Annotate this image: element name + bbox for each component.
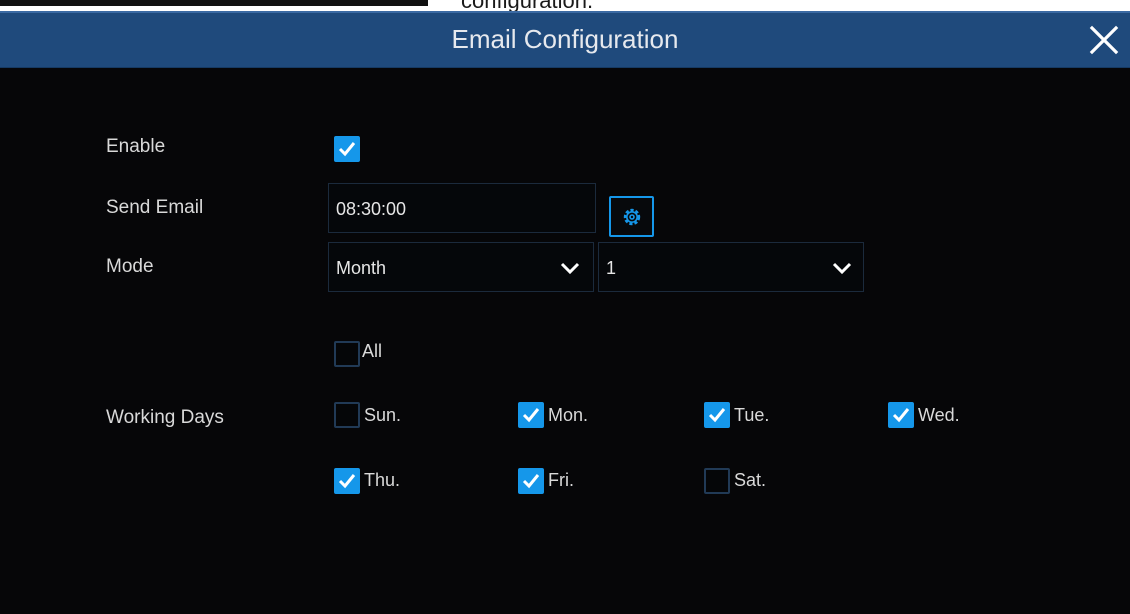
close-icon xyxy=(1089,25,1119,55)
all-days-label: All xyxy=(362,341,383,361)
day-checkbox-mon[interactable] xyxy=(518,402,544,428)
day-label-sun: Sun. xyxy=(364,405,402,425)
day-label-thu: Thu. xyxy=(364,470,401,490)
divider-bar xyxy=(0,0,428,6)
mode-day-select[interactable]: 1 xyxy=(598,242,864,292)
send-email-label: Send Email xyxy=(106,197,204,218)
chevron-down-icon xyxy=(832,262,852,275)
day-label-tue: Tue. xyxy=(734,405,770,425)
page-caption: configuration. xyxy=(461,0,593,11)
check-icon xyxy=(892,408,910,423)
day-label-sat: Sat. xyxy=(734,470,767,490)
day-label-fri: Fri. xyxy=(548,470,574,490)
day-checkbox-sun[interactable] xyxy=(334,402,360,428)
send-email-time-value: 08:30:00 xyxy=(336,199,407,219)
gear-icon xyxy=(623,208,641,226)
day-label-wed: Wed. xyxy=(918,405,960,425)
day-checkbox-thu[interactable] xyxy=(334,468,360,494)
page-caption-strip: configuration. xyxy=(0,0,1130,11)
enable-label: Enable xyxy=(106,136,166,157)
mode-select[interactable]: Month xyxy=(328,242,594,292)
dialog-title: Email Configuration xyxy=(451,24,679,54)
mode-day-value: 1 xyxy=(606,258,617,278)
check-icon xyxy=(522,474,540,489)
mode-label: Mode xyxy=(106,256,154,277)
day-checkbox-wed[interactable] xyxy=(888,402,914,428)
enable-checkbox[interactable] xyxy=(334,136,360,162)
dialog-header: Email Configuration xyxy=(0,11,1130,68)
send-email-time-field[interactable]: 08:30:00 xyxy=(328,183,596,233)
close-button[interactable] xyxy=(1084,20,1124,60)
day-checkbox-tue[interactable] xyxy=(704,402,730,428)
day-checkbox-sat[interactable] xyxy=(704,468,730,494)
day-label-mon: Mon. xyxy=(548,405,589,425)
mode-select-value: Month xyxy=(336,258,387,278)
email-configuration-dialog: Email Configuration Enable Send Email 08… xyxy=(0,11,1130,614)
day-checkbox-fri[interactable] xyxy=(518,468,544,494)
working-days-label: Working Days xyxy=(106,407,224,428)
chevron-down-icon xyxy=(560,262,580,275)
check-icon xyxy=(338,142,356,157)
check-icon xyxy=(338,474,356,489)
schedule-settings-button[interactable] xyxy=(609,196,654,237)
check-icon xyxy=(522,408,540,423)
check-icon xyxy=(708,408,726,423)
all-days-checkbox[interactable] xyxy=(334,341,360,367)
